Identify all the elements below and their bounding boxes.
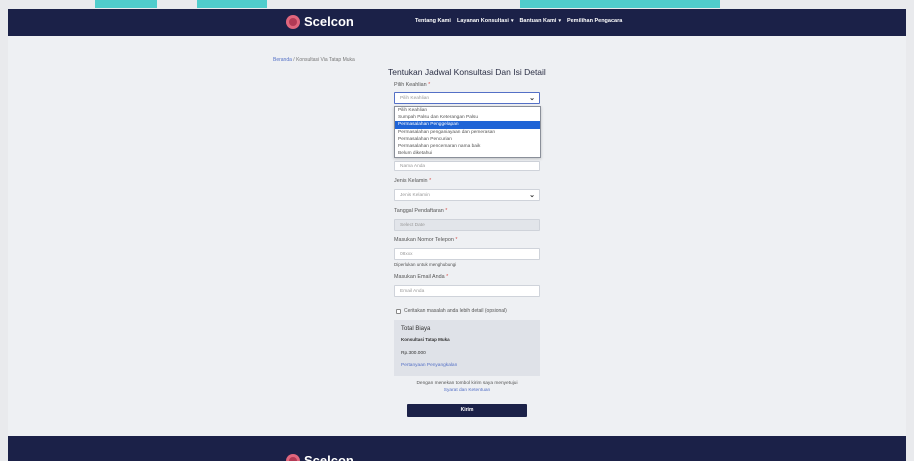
keahlian-select[interactable]: Pilih Keahlian ⌄ xyxy=(394,92,540,104)
footer-brand: Scelcon xyxy=(286,453,354,461)
breadcrumb-separator: / xyxy=(293,57,295,63)
required-mark: * xyxy=(429,178,432,184)
nama-input[interactable]: Nama Anda xyxy=(394,161,540,171)
phone-placeholder: 08xxx xyxy=(400,252,413,257)
chevron-down-icon: ⌄ xyxy=(529,95,535,102)
watermark-bar xyxy=(197,0,267,8)
dropdown-option[interactable]: Belum diketahui xyxy=(395,150,540,157)
dropdown-option[interactable]: Sumpah Palsu dan Keterangan Palsu xyxy=(395,114,540,121)
email-input[interactable]: Email Anda xyxy=(394,285,540,297)
nav-links: Tentang Kami Layanan Konsultasi ▾ Bantuan… xyxy=(415,18,622,24)
breadcrumb-current: Konsultasi Via Tatap Muka xyxy=(296,57,355,63)
required-mark: * xyxy=(445,208,448,214)
email-label: Masukan Email Anda * xyxy=(394,274,448,280)
chevron-down-icon: ⌄ xyxy=(529,192,535,199)
detail-checkbox-label: Ceritakan masalah anda lebih detail (ops… xyxy=(404,308,507,314)
cost-type: Konsultasi Tatap Muka xyxy=(401,337,450,342)
detail-checkbox-row: Ceritakan masalah anda lebih detail (ops… xyxy=(396,308,507,314)
brand-name: Scelcon xyxy=(304,14,354,29)
phone-hint: Diperlukan untuk menghubungi xyxy=(394,262,457,267)
navbar: Scelcon Tentang Kami Layanan Konsultasi ▾… xyxy=(8,9,906,36)
dropdown-option[interactable]: Permasalahan penganiayaan dan pemerasan xyxy=(395,129,540,136)
nav-link-label: Pemilihan Pengacara xyxy=(566,18,623,24)
watermark-bar xyxy=(520,0,720,8)
date-input[interactable]: Select Date xyxy=(394,219,540,231)
nav-link-bantuan-kami[interactable]: Bantuan Kami ▾ xyxy=(519,18,561,24)
phone-input[interactable]: 08xxx xyxy=(394,248,540,260)
scelcon-logo-icon xyxy=(286,453,300,461)
footer: Scelcon xyxy=(8,436,906,461)
dropdown-option-selected[interactable]: Permasalahan Penggelapan xyxy=(395,121,540,129)
brand-logo[interactable]: Scelcon xyxy=(286,14,354,29)
cost-title: Total Biaya xyxy=(401,326,431,332)
breadcrumb-home-link[interactable]: Beranda xyxy=(273,57,292,63)
cost-summary: Total Biaya Konsultasi Tatap Muka Rp.300… xyxy=(394,320,540,376)
nav-link-tentang-kami[interactable]: Tentang Kami xyxy=(415,18,451,24)
nav-link-label: Bantuan Kami xyxy=(519,18,557,24)
nama-placeholder: Nama Anda xyxy=(400,164,426,169)
page-frame: Scelcon Tentang Kami Layanan Konsultasi ▾… xyxy=(8,9,906,461)
gender-select[interactable]: Jenis Kelamin ⌄ xyxy=(394,189,540,201)
keahlian-dropdown-list: Pilih Keahlian Sumpah Palsu dan Keterang… xyxy=(394,106,541,159)
agreement-text: Dengan menekan tombol kirim saya menyetu… xyxy=(394,380,540,394)
keahlian-select-value: Pilih Keahlian xyxy=(400,96,430,101)
page-title: Tentukan Jadwal Konsultasi Dan Isi Detai… xyxy=(388,67,546,77)
breadcrumb: Beranda / Konsultasi Via Tatap Muka xyxy=(273,57,355,63)
chevron-down-icon: ▾ xyxy=(558,18,561,24)
detail-checkbox[interactable] xyxy=(396,308,401,314)
dropdown-option[interactable]: Permasalahan pencemaran nama baik xyxy=(395,143,540,150)
gender-label: Jenis Kelamin * xyxy=(394,178,431,184)
cost-note-link[interactable]: Pertanyaan Penyangkalan xyxy=(401,363,457,368)
nav-link-pemilihan-pengacara[interactable]: Pemilihan Pengacara xyxy=(567,18,622,24)
terms-link[interactable]: Syarat dan Ketentuan xyxy=(394,387,540,394)
keahlian-label: Pilih Keahlian * xyxy=(394,82,430,88)
required-mark: * xyxy=(455,237,458,243)
footer-brand-name: Scelcon xyxy=(304,453,354,461)
required-mark: * xyxy=(446,274,449,280)
watermark-bar xyxy=(95,0,157,8)
cost-price: Rp.300.000 xyxy=(401,351,426,356)
label-text: Jenis Kelamin xyxy=(394,178,428,184)
submit-button[interactable]: Kirim xyxy=(407,404,527,417)
agreement-statement: Dengan menekan tombol kirim saya menyetu… xyxy=(416,381,518,386)
required-mark: * xyxy=(428,82,431,88)
email-placeholder: Email Anda xyxy=(400,289,425,294)
chevron-down-icon: ▾ xyxy=(510,18,514,24)
label-text: Pilih Keahlian xyxy=(394,82,427,88)
phone-label: Masukan Nomor Telepon * xyxy=(394,237,457,243)
dropdown-option[interactable]: Permasalahan Pencurian xyxy=(395,136,540,143)
nav-link-label: Layanan Konsultasi xyxy=(456,18,509,24)
scelcon-logo-icon xyxy=(286,14,300,29)
label-text: Masukan Email Anda xyxy=(394,274,445,280)
label-text: Masukan Nomor Telepon xyxy=(394,237,454,243)
date-label: Tanggal Pendaftaran * xyxy=(394,208,447,214)
date-placeholder: Select Date xyxy=(400,223,425,228)
label-text: Tanggal Pendaftaran xyxy=(394,208,444,214)
gender-select-value: Jenis Kelamin xyxy=(400,193,430,198)
dropdown-option[interactable]: Pilih Keahlian xyxy=(395,107,540,114)
nav-link-layanan-konsultasi[interactable]: Layanan Konsultasi ▾ xyxy=(457,18,513,24)
nav-link-label: Tentang Kami xyxy=(415,18,451,24)
